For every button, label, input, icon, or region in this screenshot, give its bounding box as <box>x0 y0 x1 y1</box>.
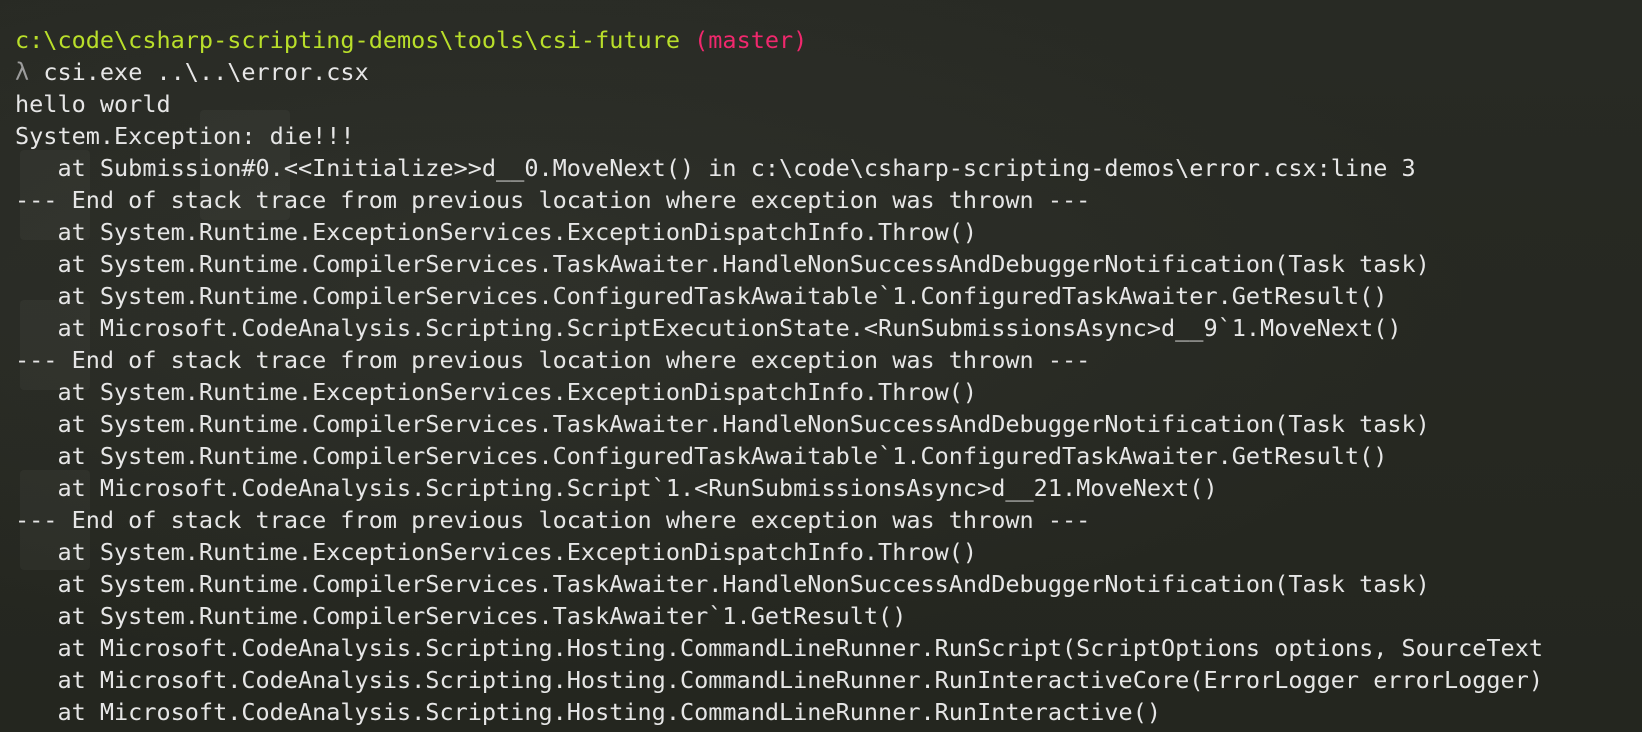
output-line: at System.Runtime.ExceptionServices.Exce… <box>15 538 978 566</box>
output-line: at Microsoft.CodeAnalysis.Scripting.Scri… <box>15 314 1402 342</box>
output-line: at Microsoft.CodeAnalysis.Scripting.Scri… <box>15 474 1218 502</box>
prompt-path-line: c:\code\csharp-scripting-demos\tools\csi… <box>15 24 1642 56</box>
output-line: at System.Runtime.CompilerServices.TaskA… <box>15 570 1430 598</box>
output-line: at System.Runtime.ExceptionServices.Exce… <box>15 218 978 246</box>
prompt-lambda-symbol: λ <box>15 58 30 86</box>
terminal-window[interactable]: c:\code\csharp-scripting-demos\tools\csi… <box>0 0 1642 732</box>
output-line: at Microsoft.CodeAnalysis.Scripting.Host… <box>15 666 1544 694</box>
prompt-command: csi.exe ..\..\error.csx <box>43 58 369 86</box>
output-line: --- End of stack trace from previous loc… <box>15 346 1091 374</box>
output-line: hello world <box>15 90 171 118</box>
output-line: at System.Runtime.CompilerServices.TaskA… <box>15 410 1430 438</box>
output-line: at System.Runtime.CompilerServices.TaskA… <box>15 602 907 630</box>
output-line: at Microsoft.CodeAnalysis.Scripting.Host… <box>15 698 1162 726</box>
output-line: --- End of stack trace from previous loc… <box>15 186 1091 214</box>
prompt-command-line: λ csi.exe ..\..\error.csx <box>15 56 1642 88</box>
output-line: at System.Runtime.CompilerServices.Confi… <box>15 282 1388 310</box>
output-line: --- End of stack trace from previous loc… <box>15 506 1091 534</box>
output-line: at System.Runtime.CompilerServices.TaskA… <box>15 250 1430 278</box>
output-line: System.Exception: die!!! <box>15 122 355 150</box>
output-line: at System.Runtime.CompilerServices.Confi… <box>15 442 1388 470</box>
output-line: at System.Runtime.ExceptionServices.Exce… <box>15 378 978 406</box>
console-output[interactable]: c:\code\csharp-scripting-demos\tools\csi… <box>15 24 1642 728</box>
output-line: at Microsoft.CodeAnalysis.Scripting.Host… <box>15 634 1544 662</box>
prompt-git-branch: (master) <box>694 26 808 54</box>
prompt-cwd: c:\code\csharp-scripting-demos\tools\csi… <box>15 26 680 54</box>
output-line: at Submission#0.<<Initialize>>d__0.MoveN… <box>15 154 1416 182</box>
